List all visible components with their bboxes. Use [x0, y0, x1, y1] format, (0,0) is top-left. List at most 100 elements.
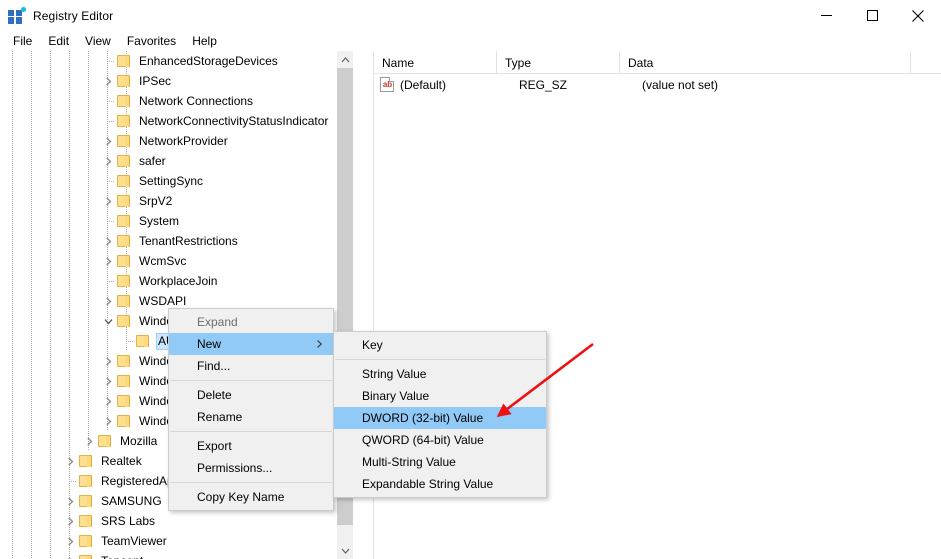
context-menu-item-export[interactable]: Export — [169, 435, 333, 457]
value-name: (Default) — [400, 77, 447, 92]
column-header-name[interactable]: Name — [374, 51, 497, 74]
title-bar: Registry Editor — [0, 0, 941, 31]
chevron-right-icon[interactable] — [100, 131, 116, 151]
tree-item[interactable]: Network Connections — [0, 91, 340, 111]
folder-icon — [78, 534, 94, 548]
chevron-right-icon[interactable] — [62, 491, 78, 511]
menu-item-label: New — [197, 337, 222, 351]
chevron-right-icon[interactable] — [62, 531, 78, 551]
tree-item[interactable]: NetworkConnectivityStatusIndicator — [0, 111, 340, 131]
tree-leaf-spacer — [62, 471, 78, 491]
chevron-right-icon[interactable] — [100, 351, 116, 371]
tree-item[interactable]: System — [0, 211, 340, 231]
chevron-down-icon[interactable] — [100, 311, 116, 331]
string-value-icon: ab — [380, 77, 394, 92]
tree-item[interactable]: SrpV2 — [0, 191, 340, 211]
chevron-right-icon[interactable] — [62, 551, 78, 559]
tree-item[interactable]: WorkplaceJoin — [0, 271, 340, 291]
tree-item-label: SettingSync — [139, 173, 204, 188]
tree-item[interactable]: TeamViewer — [0, 531, 340, 551]
tree-item-label: TenantRestrictions — [139, 233, 238, 248]
submenu-item-string-value[interactable]: String Value — [334, 363, 546, 385]
tree-item[interactable]: EnhancedStorageDevices — [0, 51, 340, 71]
context-menu-item-delete[interactable]: Delete — [169, 384, 333, 406]
chevron-right-icon[interactable] — [100, 291, 116, 311]
submenu-item-multi-string-value[interactable]: Multi-String Value — [334, 451, 546, 473]
menu-item-label: Delete — [197, 388, 232, 402]
tree-item[interactable]: SRS Labs — [0, 511, 340, 531]
submenu-item-dword-32-bit-value[interactable]: DWORD (32-bit) Value — [334, 407, 546, 429]
submenu-item-binary-value[interactable]: Binary Value — [334, 385, 546, 407]
chevron-right-icon[interactable] — [100, 71, 116, 91]
context-menu-item-find[interactable]: Find... — [169, 355, 333, 377]
tree-item[interactable]: SettingSync — [0, 171, 340, 191]
tree-item-label: TeamViewer — [101, 533, 167, 548]
tree-item[interactable]: safer — [0, 151, 340, 171]
tree-item-label: Network Connections — [139, 93, 254, 108]
context-menu-item-permissions[interactable]: Permissions... — [169, 457, 333, 479]
menu-item-label: Expandable String Value — [362, 477, 494, 491]
scroll-up-arrow-icon[interactable] — [337, 51, 353, 68]
new-submenu[interactable]: Key String Value Binary Value DWORD (32-bit… — [333, 331, 547, 498]
folder-icon — [116, 94, 132, 108]
tree-item[interactable]: Tencent — [0, 551, 340, 559]
context-menu-item-new[interactable]: New — [169, 333, 333, 355]
chevron-right-icon[interactable] — [100, 151, 116, 171]
submenu-item-key[interactable]: Key — [334, 334, 546, 356]
tree-leaf-spacer — [100, 51, 116, 71]
chevron-right-icon[interactable] — [81, 431, 97, 451]
menu-item-label: Permissions... — [197, 461, 273, 475]
menu-help[interactable]: Help — [184, 32, 225, 51]
menu-item-label: String Value — [362, 367, 427, 381]
submenu-item-qword-64-bit-value[interactable]: QWORD (64-bit) Value — [334, 429, 546, 451]
column-header-type[interactable]: Type — [497, 51, 620, 74]
context-menu-item-copy-key-name[interactable]: Copy Key Name — [169, 486, 333, 508]
tree-item-label: safer — [139, 153, 166, 168]
tree-item[interactable]: TenantRestrictions — [0, 231, 340, 251]
chevron-right-icon[interactable] — [100, 411, 116, 431]
submenu-item-expandable-string-value[interactable]: Expandable String Value — [334, 473, 546, 495]
tree-item-label: Tencent — [99, 553, 146, 559]
menu-item-label: Multi-String Value — [362, 455, 456, 469]
scroll-down-arrow-icon[interactable] — [337, 542, 353, 559]
chevron-right-icon[interactable] — [62, 451, 78, 471]
value-type: REG_SZ — [519, 77, 568, 92]
tree-item[interactable]: WcmSvc — [0, 251, 340, 271]
menu-edit[interactable]: Edit — [40, 32, 77, 51]
tree-item[interactable]: IPSec — [0, 71, 340, 91]
close-button[interactable] — [895, 0, 941, 31]
menu-item-label: Binary Value — [362, 389, 430, 403]
folder-icon — [116, 234, 132, 248]
menu-file[interactable]: File — [5, 32, 40, 51]
chevron-right-icon[interactable] — [100, 191, 116, 211]
chevron-right-icon[interactable] — [100, 371, 116, 391]
tree-item[interactable]: NetworkProvider — [0, 131, 340, 151]
chevron-right-icon[interactable] — [100, 231, 116, 251]
context-menu-item-rename[interactable]: Rename — [169, 406, 333, 428]
menu-favorites[interactable]: Favorites — [119, 32, 184, 51]
context-menu[interactable]: Expand New Find... Delete Rename Export Permis… — [168, 308, 334, 511]
chevron-right-icon[interactable] — [62, 511, 78, 531]
tree-item-label: WcmSvc — [139, 253, 187, 268]
menu-item-label: Expand — [197, 315, 238, 329]
chevron-right-icon[interactable] — [100, 391, 116, 411]
minimize-button[interactable] — [803, 0, 849, 31]
table-row[interactable]: ab (Default) REG_SZ (value not set) — [374, 74, 941, 95]
menu-view[interactable]: View — [77, 32, 119, 51]
maximize-button[interactable] — [849, 0, 895, 31]
menu-item-label: Find... — [197, 359, 231, 373]
column-header-data[interactable]: Data — [620, 51, 911, 74]
submenu-chevron-right-icon — [316, 340, 323, 349]
tree-leaf-spacer — [119, 331, 135, 351]
tree-item-label: EnhancedStorageDevices — [139, 53, 278, 68]
chevron-right-icon[interactable] — [100, 251, 116, 271]
registry-grid-icon — [8, 6, 26, 24]
